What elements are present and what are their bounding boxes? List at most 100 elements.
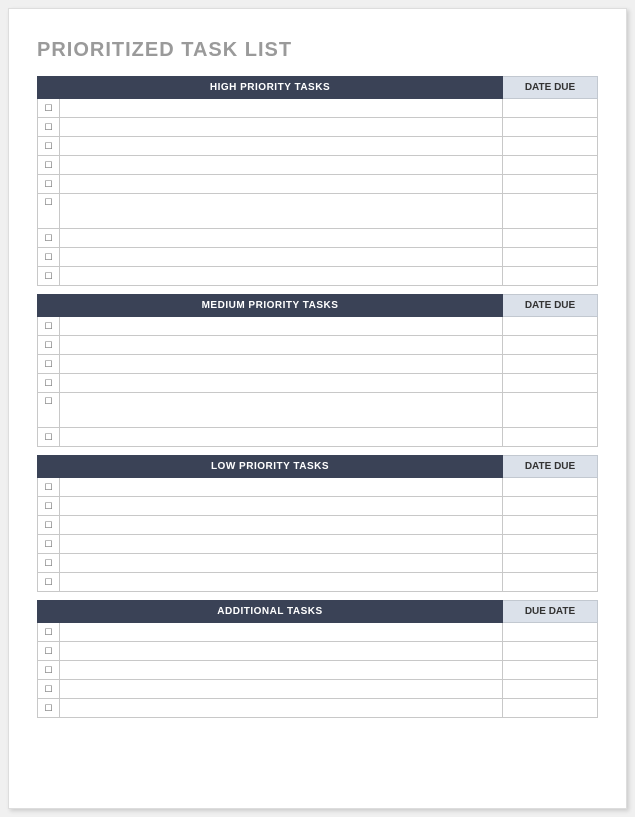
checkbox-cell[interactable]: ☐ <box>38 374 60 393</box>
checkbox-cell[interactable]: ☐ <box>38 267 60 286</box>
task-cell[interactable] <box>60 642 503 661</box>
task-cell[interactable] <box>60 374 503 393</box>
section-table: ADDITIONAL TASKSDUE DATE☐☐☐☐☐ <box>37 600 598 718</box>
table-row: ☐ <box>38 248 598 267</box>
date-cell[interactable] <box>503 573 598 592</box>
checkbox-cell[interactable]: ☐ <box>38 535 60 554</box>
date-cell[interactable] <box>503 317 598 336</box>
checkbox-cell[interactable]: ☐ <box>38 229 60 248</box>
task-cell[interactable] <box>60 317 503 336</box>
table-row: ☐ <box>38 535 598 554</box>
task-cell[interactable] <box>60 156 503 175</box>
task-cell[interactable] <box>60 336 503 355</box>
checkbox-cell[interactable]: ☐ <box>38 642 60 661</box>
table-row: ☐ <box>38 680 598 699</box>
date-cell[interactable] <box>503 137 598 156</box>
task-cell[interactable] <box>60 573 503 592</box>
date-cell[interactable] <box>503 699 598 718</box>
date-cell[interactable] <box>503 393 598 428</box>
checkbox-cell[interactable]: ☐ <box>38 699 60 718</box>
task-cell[interactable] <box>60 229 503 248</box>
section-date-header: DATE DUE <box>503 77 598 99</box>
checkbox-cell[interactable]: ☐ <box>38 317 60 336</box>
checkbox-cell[interactable]: ☐ <box>38 194 60 229</box>
section-task-header: HIGH PRIORITY TASKS <box>38 77 503 99</box>
date-cell[interactable] <box>503 194 598 229</box>
task-cell[interactable] <box>60 535 503 554</box>
checkbox-cell[interactable]: ☐ <box>38 248 60 267</box>
task-cell[interactable] <box>60 355 503 374</box>
date-cell[interactable] <box>503 336 598 355</box>
checkbox-cell[interactable]: ☐ <box>38 137 60 156</box>
checkbox-cell[interactable]: ☐ <box>38 573 60 592</box>
task-cell[interactable] <box>60 194 503 229</box>
section-table: HIGH PRIORITY TASKSDATE DUE☐☐☐☐☐☐☐☐☐ <box>37 76 598 286</box>
checkbox-cell[interactable]: ☐ <box>38 428 60 447</box>
date-cell[interactable] <box>503 535 598 554</box>
date-cell[interactable] <box>503 497 598 516</box>
checkbox-cell[interactable]: ☐ <box>38 336 60 355</box>
section-table: MEDIUM PRIORITY TASKSDATE DUE☐☐☐☐☐☐ <box>37 294 598 447</box>
task-cell[interactable] <box>60 99 503 118</box>
date-cell[interactable] <box>503 680 598 699</box>
checkbox-cell[interactable]: ☐ <box>38 661 60 680</box>
date-cell[interactable] <box>503 99 598 118</box>
table-row: ☐ <box>38 573 598 592</box>
table-row: ☐ <box>38 194 598 229</box>
task-cell[interactable] <box>60 175 503 194</box>
date-cell[interactable] <box>503 248 598 267</box>
task-cell[interactable] <box>60 393 503 428</box>
task-cell[interactable] <box>60 623 503 642</box>
task-cell[interactable] <box>60 248 503 267</box>
table-row: ☐ <box>38 699 598 718</box>
checkbox-cell[interactable]: ☐ <box>38 497 60 516</box>
table-row: ☐ <box>38 478 598 497</box>
task-cell[interactable] <box>60 680 503 699</box>
table-row: ☐ <box>38 554 598 573</box>
task-cell[interactable] <box>60 428 503 447</box>
task-cell[interactable] <box>60 497 503 516</box>
date-cell[interactable] <box>503 267 598 286</box>
date-cell[interactable] <box>503 118 598 137</box>
date-cell[interactable] <box>503 623 598 642</box>
date-cell[interactable] <box>503 175 598 194</box>
checkbox-cell[interactable]: ☐ <box>38 478 60 497</box>
task-cell[interactable] <box>60 699 503 718</box>
checkbox-cell[interactable]: ☐ <box>38 355 60 374</box>
checkbox-cell[interactable]: ☐ <box>38 175 60 194</box>
section-date-header: DATE DUE <box>503 295 598 317</box>
task-cell[interactable] <box>60 516 503 535</box>
table-row: ☐ <box>38 516 598 535</box>
date-cell[interactable] <box>503 374 598 393</box>
table-row: ☐ <box>38 267 598 286</box>
checkbox-cell[interactable]: ☐ <box>38 554 60 573</box>
table-row: ☐ <box>38 317 598 336</box>
date-cell[interactable] <box>503 229 598 248</box>
date-cell[interactable] <box>503 554 598 573</box>
task-cell[interactable] <box>60 478 503 497</box>
task-cell[interactable] <box>60 554 503 573</box>
section-task-header: MEDIUM PRIORITY TASKS <box>38 295 503 317</box>
task-cell[interactable] <box>60 137 503 156</box>
date-cell[interactable] <box>503 642 598 661</box>
date-cell[interactable] <box>503 661 598 680</box>
checkbox-cell[interactable]: ☐ <box>38 393 60 428</box>
checkbox-cell[interactable]: ☐ <box>38 118 60 137</box>
date-cell[interactable] <box>503 516 598 535</box>
task-cell[interactable] <box>60 661 503 680</box>
table-row: ☐ <box>38 661 598 680</box>
date-cell[interactable] <box>503 428 598 447</box>
table-row: ☐ <box>38 229 598 248</box>
date-cell[interactable] <box>503 156 598 175</box>
date-cell[interactable] <box>503 355 598 374</box>
checkbox-cell[interactable]: ☐ <box>38 99 60 118</box>
checkbox-cell[interactable]: ☐ <box>38 156 60 175</box>
task-cell[interactable] <box>60 267 503 286</box>
checkbox-cell[interactable]: ☐ <box>38 516 60 535</box>
table-row: ☐ <box>38 137 598 156</box>
checkbox-cell[interactable]: ☐ <box>38 680 60 699</box>
section-table: LOW PRIORITY TASKSDATE DUE☐☐☐☐☐☐ <box>37 455 598 592</box>
checkbox-cell[interactable]: ☐ <box>38 623 60 642</box>
date-cell[interactable] <box>503 478 598 497</box>
task-cell[interactable] <box>60 118 503 137</box>
